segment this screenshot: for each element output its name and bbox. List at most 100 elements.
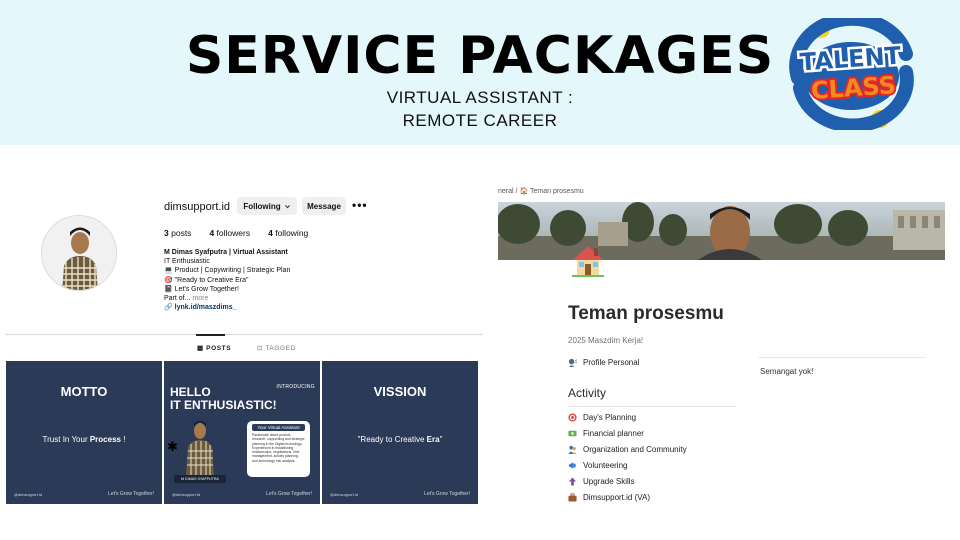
following-label: following [275,228,309,238]
activity-item-label: Financial planner [583,429,644,438]
breadcrumb-current[interactable]: Teman prosesmu [530,188,584,195]
posts-label: posts [171,228,192,238]
activity-item-volunteering[interactable]: Volunteering [568,461,627,470]
profile-photo [42,216,116,290]
bio-line: 🎯 "Ready to Creative Era" [164,276,249,284]
megaphone-icon [568,461,577,470]
post-info-card: Your Virtual Assistant Passionate about … [247,421,310,477]
activity-item-financial-planner[interactable]: Financial planner [568,429,644,438]
divider [568,406,736,407]
profile-username: dimsupport.id [164,201,231,213]
activity-item-days-planning[interactable]: Day's Planning [568,413,636,422]
profile-personal-label: Profile Personal [583,358,640,367]
profile-stats: 3 posts 4 followers 4 following [164,228,308,238]
post-handle: @dimsupport.id [330,492,359,497]
breadcrumb-separator: / [515,188,518,195]
following-count: 4 [268,228,273,238]
post-headline-line: IT ENTHUSIASTIC! [170,398,277,412]
target-icon [568,413,577,422]
tab-posts[interactable]: ▦ POSTS [197,344,231,352]
activity-item-label: Upgrade Skills [583,477,635,486]
people-icon [568,445,577,454]
notion-page-subtitle: 2025 Maszdim Kerja! [568,336,644,345]
post-title: VISSION [373,384,427,399]
bio-more-link[interactable]: more [192,295,208,302]
bio-line: Part of... [164,295,191,303]
following-button-label: Following [243,201,281,211]
grid-icon: ▦ [197,345,204,352]
motivation-text: Semangat yok! [760,367,814,376]
posts-count: 3 [164,228,169,238]
more-horizontal-icon[interactable]: ••• [352,198,368,212]
post-headline: HELLO IT ENTHUSIASTIC! [170,386,277,412]
logo-text-class: CLASS [810,71,897,105]
avatar[interactable] [41,215,117,291]
post-text-bold: Process [89,435,121,444]
post-card-title: Your Virtual Assistant [252,424,305,431]
followers-label: followers [216,228,251,238]
activity-item-label: Organization and Community [583,445,687,454]
activity-item-label: Volunteering [583,461,628,470]
post-text-part: " [439,435,443,444]
tag-person-icon: ⊡ [257,345,264,352]
post-text-part: Trust In Your [42,435,90,444]
house-icon: 🏠 [519,188,529,195]
post-introduction[interactable]: HELLO IT ENTHUSIASTIC! INTRODUCING ✱ M D… [164,361,320,504]
bio-line: IT Enthusiastic [164,258,210,266]
post-vision[interactable]: VISSION "Ready to Creative Era" @dimsupp… [322,361,478,504]
sparkle-icon: ✱ [167,439,178,454]
activity-item-organization[interactable]: Organization and Community [568,445,687,454]
post-handle: @dimsupport.id [172,492,201,497]
following-button[interactable]: Following [237,197,297,215]
post-tagline: Let's Grow Together! [266,491,312,497]
activity-heading: Activity [568,386,607,400]
post-text: Trust In Your Process ! [6,435,162,444]
profile-bio: M Dimas Syafputra | Virtual Assistant IT… [164,248,290,312]
post-text-part: ! [120,435,126,444]
instagram-profile-panel: dimsupport.id Following Message ••• 3 po… [5,150,483,510]
divider [758,357,926,358]
post-intro-label: INTRODUCING [276,384,315,390]
tab-posts-label: POSTS [206,345,232,352]
tabs-divider [5,334,483,335]
post-title: MOTTO [60,384,108,399]
bio-line: 📓 Let's Grow Together! [164,285,239,293]
notion-page-panel: neral / 🏠 Teman prosesmu Teman prosesmu … [498,180,945,510]
post-text-part: "Ready to Creative [357,435,427,444]
person-photo [186,421,214,475]
cover-image[interactable] [498,202,945,260]
post-motto[interactable]: MOTTO Trust In Your Process ! @dimsuppor… [6,361,162,504]
upgrade-icon [568,477,577,486]
bio-link[interactable]: lynk.id/maszdims_ [175,304,237,311]
message-button[interactable]: Message [302,197,346,215]
tab-tagged-label: TAGGED [265,345,296,352]
post-text-bold: Era [426,435,440,444]
post-tagline: Let's Grow Together! [424,491,470,497]
post-handle: @dimsupport.id [14,492,43,497]
money-icon [568,429,577,438]
activity-item-upgrade-skills[interactable]: Upgrade Skills [568,477,635,486]
profile-personal-link[interactable]: Profile Personal [568,358,639,367]
tab-tagged[interactable]: ⊡ TAGGED [257,344,296,352]
following-stat[interactable]: 4 following [268,228,308,238]
link-icon: 🔗 [164,304,173,312]
house-icon[interactable] [570,242,606,278]
briefcase-icon [568,493,577,502]
activity-item-label: Day's Planning [583,413,637,422]
bio-line: 💻 Product | Copywriting | Strategic Plan [164,267,291,275]
followers-count: 4 [209,228,215,238]
talent-class-logo: TALENT CLASS [789,18,914,130]
speaking-head-icon [568,358,578,367]
followers-stat[interactable]: 4 followers [209,228,250,238]
active-tab-indicator [196,334,225,336]
post-tagline: Let's Grow Together! [108,491,154,497]
bio-name: M Dimas Syafputra | Virtual Assistant [164,249,288,256]
post-name-tag: M DIMAS SYAFPUTRA [174,475,226,483]
post-text: "Ready to Creative Era" [322,435,478,444]
posts-stat[interactable]: 3 posts [164,228,191,238]
post-card-text: Passionate about product research, copyw… [252,433,305,463]
activity-item-label: Dimsupport.id (VA) [583,493,650,502]
activity-item-dimsupport[interactable]: Dimsupport.id (VA) [568,493,650,502]
breadcrumb-parent[interactable]: neral [498,188,514,195]
notion-page-title[interactable]: Teman prosesmu [568,303,724,325]
